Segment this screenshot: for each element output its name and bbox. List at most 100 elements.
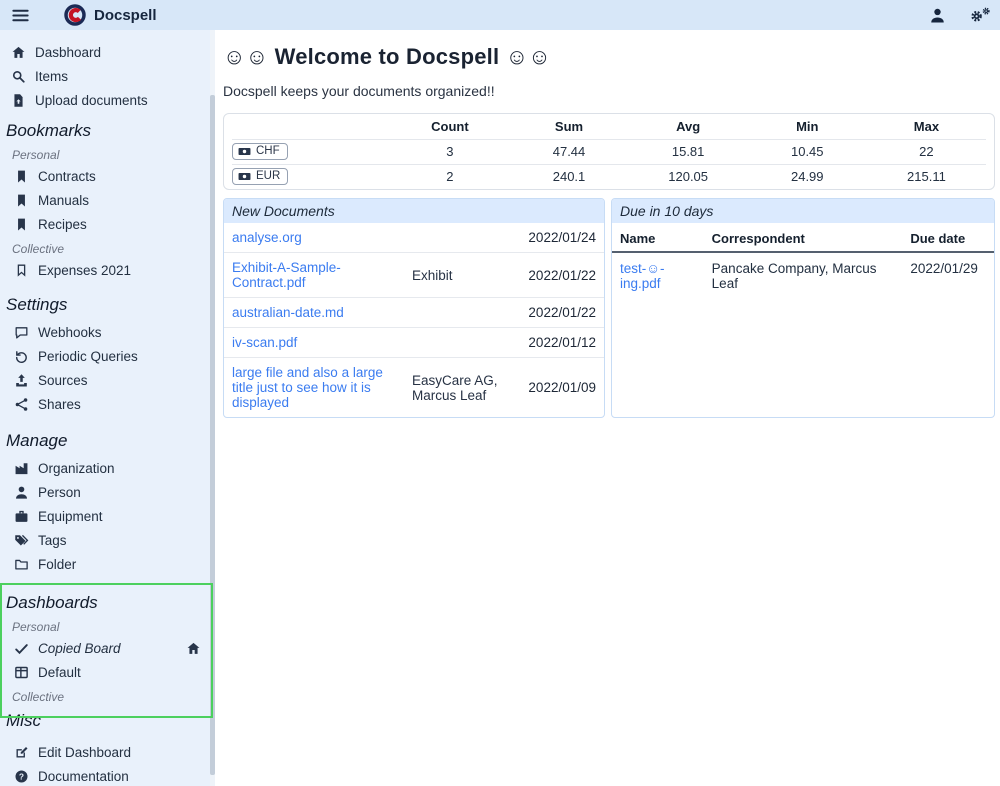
bookmark-expenses-2021[interactable]: Expenses 2021 [0,258,215,282]
question-circle-icon [14,769,29,784]
columns-icon [14,665,29,680]
history-icon [14,349,29,364]
menu-icon[interactable] [8,3,32,27]
bookmark-manuals[interactable]: Manuals [0,188,215,212]
bookmark-outline-icon [14,263,29,278]
sidebar-scrollbar[interactable] [210,30,215,786]
sidebar-item-documentation[interactable]: Documentation [0,764,215,786]
due-header-correspondent: Correspondent [704,225,903,252]
sidebar-item-default-dashboard[interactable]: Default [0,660,215,684]
stat-value: 215.11 [867,164,986,189]
currency-badge-eur: EUR [232,168,288,185]
stat-value: 240.1 [509,164,628,189]
document-link[interactable]: large file and also a large title just t… [232,365,404,410]
due-header-name: Name [612,225,704,252]
stats-table: Count Sum Avg Min Max CHF 3 47.44 1 [232,114,986,189]
topbar: Docspell [0,0,1000,30]
misc-section-title: Misc [0,710,215,732]
due-panel-title: Due in 10 days [612,199,994,223]
stats-header-currency [232,114,390,139]
sidebar-item-shares[interactable]: Shares [0,392,215,416]
list-item: Exhibit-A-Sample-Contract.pdf Exhibit 20… [224,253,604,298]
sidebar-item-folder[interactable]: Folder [0,552,215,576]
sidebar-item-tags[interactable]: Tags [0,528,215,552]
document-link[interactable]: Exhibit-A-Sample-Contract.pdf [232,260,404,290]
user-menu-icon[interactable] [926,4,948,26]
sidebar: Dasbhoard Items Upload documents Bookmar… [0,30,215,786]
stat-value: 120.05 [629,164,748,189]
stat-value: 47.44 [509,139,628,164]
dashboards-personal-label: Personal [0,618,215,636]
bookmark-icon [14,193,29,208]
sidebar-item-person[interactable]: Person [0,480,215,504]
stats-header-count: Count [390,114,509,139]
docspell-logo-icon [64,4,86,26]
list-item: iv-scan.pdf 2022/01/12 [224,328,604,358]
sidebar-item-items[interactable]: Items [0,64,215,88]
app-title: Docspell [94,7,157,24]
bookmark-icon [14,169,29,184]
table-row: test-☺-ing.pdf Pancake Company, Marcus L… [612,252,994,299]
bookmark-recipes[interactable]: Recipes [0,212,215,236]
industry-icon [14,461,29,476]
edit-icon [14,745,29,760]
stat-value: 3 [390,139,509,164]
due-date: 2022/01/29 [902,252,994,299]
sidebar-item-copied-board[interactable]: Copied Board [0,636,215,660]
bookmarks-section-title: Bookmarks [0,120,215,142]
stats-header-sum: Sum [509,114,628,139]
sidebar-item-periodic-queries[interactable]: Periodic Queries [0,344,215,368]
sidebar-scrollbar-thumb[interactable] [210,95,215,775]
document-link[interactable]: test-☺-ing.pdf [620,261,665,291]
due-table: Name Correspondent Due date test-☺-ing.p… [612,225,994,299]
user-icon [14,485,29,500]
document-link[interactable]: analyse.org [232,230,404,245]
stat-value: 15.81 [629,139,748,164]
new-documents-title: New Documents [224,199,604,223]
document-date: 2022/01/09 [520,380,596,395]
share-icon [14,397,29,412]
currency-badge-chf: CHF [232,143,288,160]
table-row: EUR 2 240.1 120.05 24.99 215.11 [232,164,986,189]
bookmark-icon [14,217,29,232]
bookmarks-collective-label: Collective [0,240,215,258]
document-info: EasyCare AG, Marcus Leaf [412,373,512,403]
document-link[interactable]: iv-scan.pdf [232,335,404,350]
folder-icon [14,557,29,572]
document-date: 2022/01/12 [520,335,596,350]
document-info: Exhibit [412,268,512,283]
sidebar-item-sources[interactable]: Sources [0,368,215,392]
manage-section-title: Manage [0,430,215,452]
sidebar-item-dashboard[interactable]: Dasbhoard [0,40,215,64]
stat-value: 24.99 [748,164,867,189]
settings-gears-icon[interactable] [970,4,992,26]
home-default-icon [186,641,201,656]
briefcase-icon [14,509,29,524]
sidebar-item-organization[interactable]: Organization [0,456,215,480]
due-correspondent: Pancake Company, Marcus Leaf [704,252,903,299]
money-icon [238,145,251,158]
new-documents-panel: New Documents analyse.org 2022/01/24 Exh… [223,198,605,418]
settings-section-title: Settings [0,294,215,316]
upload-icon [14,373,29,388]
sidebar-item-edit-dashboard[interactable]: Edit Dashboard [0,740,215,764]
tags-icon [14,533,29,548]
list-item: analyse.org 2022/01/24 [224,223,604,253]
sidebar-item-webhooks[interactable]: Webhooks [0,320,215,344]
dashboards-collective-label: Collective [0,688,215,706]
document-date: 2022/01/24 [520,230,596,245]
list-item: large file and also a large title just t… [224,358,604,417]
stats-header-min: Min [748,114,867,139]
search-icon [11,69,26,84]
sidebar-item-upload-documents[interactable]: Upload documents [0,88,215,112]
sidebar-item-equipment[interactable]: Equipment [0,504,215,528]
stats-header-row: Count Sum Avg Min Max [232,114,986,139]
file-upload-icon [11,93,26,108]
check-icon [14,641,29,656]
list-item: australian-date.md 2022/01/22 [224,298,604,328]
document-date: 2022/01/22 [520,305,596,320]
app-logo[interactable]: Docspell [64,4,157,26]
bookmark-contracts[interactable]: Contracts [0,164,215,188]
page-title: ☺☺ Welcome to Docspell ☺☺ [223,44,995,70]
document-link[interactable]: australian-date.md [232,305,404,320]
